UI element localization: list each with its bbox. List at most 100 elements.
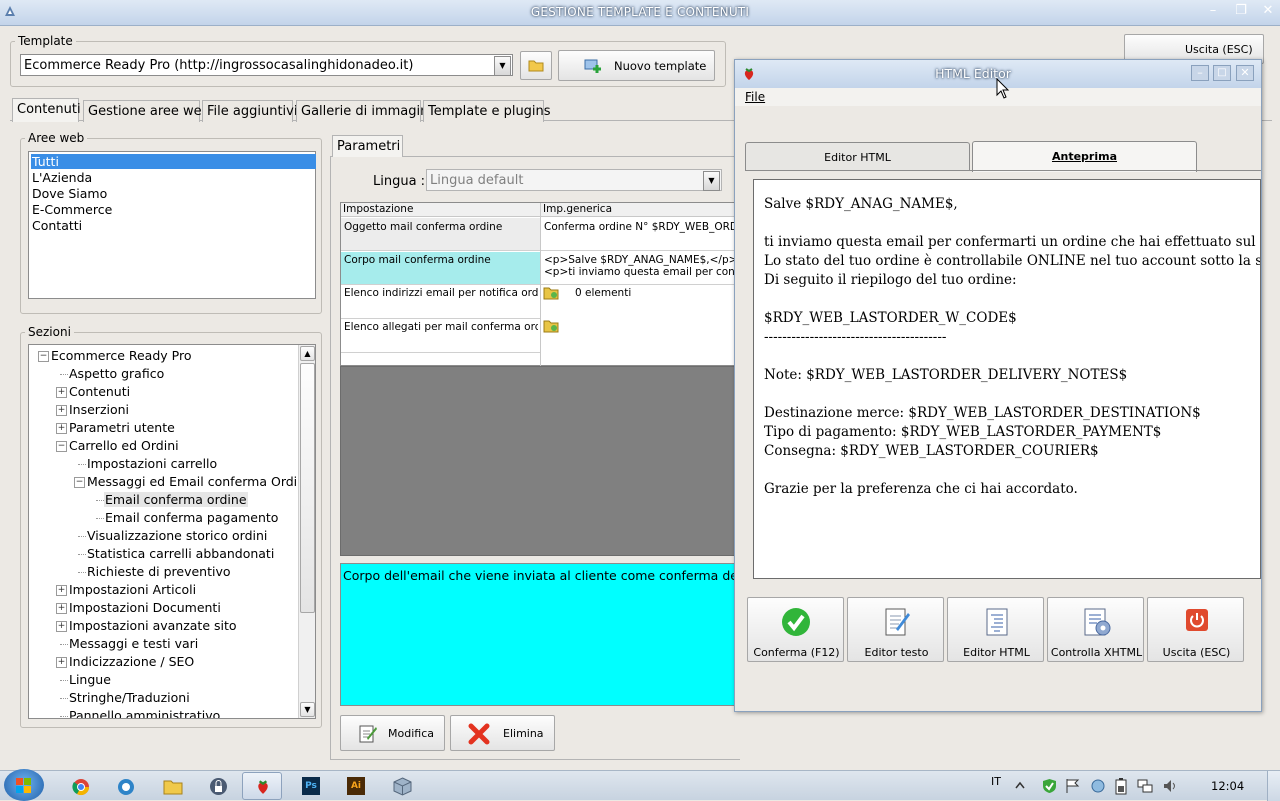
tree-expander-icon[interactable]: − <box>56 441 67 452</box>
menu-file[interactable]: File <box>745 90 765 104</box>
tree-item[interactable]: Email conferma pagamento <box>104 510 279 525</box>
editor-testo-button[interactable]: Editor testo <box>847 597 944 662</box>
tree-item[interactable]: Impostazioni Documenti <box>68 600 222 615</box>
chrome-icon[interactable] <box>72 778 90 796</box>
list-item[interactable]: E-Commerce <box>31 202 316 217</box>
folder-icon[interactable] <box>543 319 559 333</box>
close-button[interactable]: ✕ <box>1256 0 1280 24</box>
tree-expander-icon[interactable]: + <box>56 585 67 596</box>
tree-item[interactable]: Ecommerce Ready Pro <box>50 348 192 363</box>
tree-item[interactable]: Inserzioni <box>68 402 130 417</box>
parametri-grid[interactable]: Impostazione Imp.generica Oggetto mail c… <box>340 202 741 367</box>
tree-item[interactable]: Richieste di preventivo <box>86 564 232 579</box>
tree-item[interactable]: Parametri utente <box>68 420 176 435</box>
tree-expander-icon[interactable]: − <box>74 477 85 488</box>
tree-expander-icon[interactable]: + <box>56 603 67 614</box>
chevron-down-icon[interactable]: ▼ <box>703 171 720 191</box>
lingua-select[interactable]: Lingua default ▼ <box>426 169 722 191</box>
tree-item[interactable]: Messaggi ed Email conferma Ordine <box>86 474 297 489</box>
folder-icon[interactable] <box>543 286 559 300</box>
tree-connector <box>78 536 86 537</box>
chevron-down-icon[interactable]: ▼ <box>494 56 511 76</box>
show-desktop-button[interactable] <box>1267 771 1280 801</box>
tree-item[interactable]: Indicizzazione / SEO <box>68 654 195 669</box>
tab-editor-html[interactable]: Editor HTML <box>745 142 970 170</box>
photoshop-icon[interactable]: Ps <box>302 777 320 795</box>
tab-gestione-aree-web[interactable]: Gestione aree web <box>83 100 210 122</box>
tree-item[interactable]: Impostazioni carrello <box>86 456 218 471</box>
preview-line: ti inviamo questa email per confermarti … <box>764 234 1260 250</box>
editor-html-label: Editor HTML <box>963 646 1030 659</box>
list-item[interactable]: Dove Siamo <box>31 186 316 201</box>
minimize-button[interactable]: – <box>1200 0 1226 24</box>
editor-maximize-button[interactable]: □ <box>1213 65 1231 81</box>
lock-app-icon[interactable] <box>209 777 228 796</box>
tab-gallerie-immagini[interactable]: Gallerie di immagini <box>296 100 432 122</box>
start-button[interactable] <box>4 769 44 801</box>
list-item[interactable]: Contatti <box>31 218 316 233</box>
language-indicator[interactable]: IT <box>991 775 1001 788</box>
tree-expander-icon[interactable]: + <box>56 657 67 668</box>
tab-anteprima[interactable]: Anteprima <box>972 141 1197 172</box>
grid-empty-area <box>340 366 740 556</box>
tree-item[interactable]: Messaggi e testi vari <box>68 636 199 651</box>
volume-icon[interactable] <box>1162 778 1178 794</box>
scroll-up-arrow[interactable]: ▲ <box>300 346 315 361</box>
tree-scrollbar[interactable]: ▲ ▼ <box>298 345 315 718</box>
tree-item[interactable]: Statistica carrelli abbandonati <box>86 546 275 561</box>
editor-minimize-button[interactable]: – <box>1191 65 1209 81</box>
editor-html-button[interactable]: Editor HTML <box>947 597 1044 662</box>
tree-expander-icon[interactable]: + <box>56 423 67 434</box>
tab-file-aggiuntivi[interactable]: File aggiuntivi <box>202 100 297 122</box>
conferma-button[interactable]: Conferma (F12) <box>747 597 844 662</box>
editor-close-button[interactable]: ✕ <box>1236 65 1254 81</box>
taskbar: Ps Ai IT 12:04 <box>0 769 1280 801</box>
battery-icon[interactable] <box>1115 777 1127 795</box>
tree-expander-icon[interactable]: + <box>56 387 67 398</box>
taskbar-active-app[interactable] <box>242 772 282 800</box>
tab-template-plugins[interactable]: Template e plugins <box>423 100 551 122</box>
aree-web-list[interactable]: Tutti L'Azienda Dove Siamo E-Commerce Co… <box>28 151 316 299</box>
lingua-select-value: Lingua default <box>430 173 524 188</box>
tree-item[interactable]: Lingue <box>68 672 112 687</box>
security-shield-icon[interactable] <box>1042 778 1057 794</box>
tree-item[interactable]: Carrello ed Ordini <box>68 438 180 453</box>
flag-icon[interactable] <box>1065 778 1080 794</box>
elimina-button[interactable]: Elimina <box>450 715 555 751</box>
tree-item[interactable]: Impostazioni Articoli <box>68 582 197 597</box>
modifica-button[interactable]: Modifica <box>340 715 445 751</box>
new-template-button[interactable]: Nuovo template <box>558 50 715 81</box>
uscita-button[interactable]: Uscita (ESC) <box>1147 597 1244 662</box>
tree-item[interactable]: Stringhe/Traduzioni <box>68 690 191 705</box>
network-share-icon[interactable] <box>1090 778 1106 794</box>
tree-item[interactable]: Email conferma ordine <box>104 492 248 507</box>
tree-item[interactable]: Aspetto grafico <box>68 366 165 381</box>
network-icon[interactable] <box>1137 778 1153 794</box>
skype-icon[interactable] <box>117 778 135 796</box>
tree-item[interactable]: Visualizzazione storico ordini <box>86 528 268 543</box>
controlla-xhtml-button[interactable]: Controlla XHTML <box>1047 597 1144 662</box>
tree-item[interactable]: Impostazioni avanzate sito <box>68 618 238 633</box>
tree-item[interactable]: Contenuti <box>68 384 131 399</box>
mouse-cursor-icon <box>996 78 1010 99</box>
list-item[interactable]: L'Azienda <box>31 170 316 185</box>
list-item[interactable]: Tutti <box>31 154 316 169</box>
explorer-folder-icon[interactable] <box>163 778 183 795</box>
scroll-thumb[interactable] <box>300 363 315 613</box>
tab-parametri[interactable]: Parametri <box>332 135 403 157</box>
tree-item[interactable]: Pannello amministrativo <box>68 708 221 718</box>
tab-anteprima-label: Anteprima <box>1051 150 1118 163</box>
tree-expander-icon[interactable]: − <box>38 351 49 362</box>
scroll-down-arrow[interactable]: ▼ <box>300 702 315 717</box>
tab-contenuti[interactable]: Contenuti <box>12 98 81 122</box>
open-folder-button[interactable] <box>520 51 552 80</box>
tree-expander-icon[interactable]: + <box>56 621 67 632</box>
tree-expander-icon[interactable]: + <box>56 405 67 416</box>
maximize-button[interactable]: ❐ <box>1228 0 1254 24</box>
package-icon[interactable] <box>393 777 412 796</box>
tray-expand-icon[interactable] <box>1015 781 1025 789</box>
html-editor-dialog: HTML Editor – □ ✕ File Editor HTML Antep… <box>734 59 1262 712</box>
illustrator-icon[interactable]: Ai <box>347 777 365 795</box>
sezioni-tree[interactable]: − Ecommerce Ready Pro Aspetto grafico + Cont… <box>28 344 316 719</box>
template-select[interactable]: Ecommerce Ready Pro (http://ingrossocasa… <box>20 54 513 76</box>
